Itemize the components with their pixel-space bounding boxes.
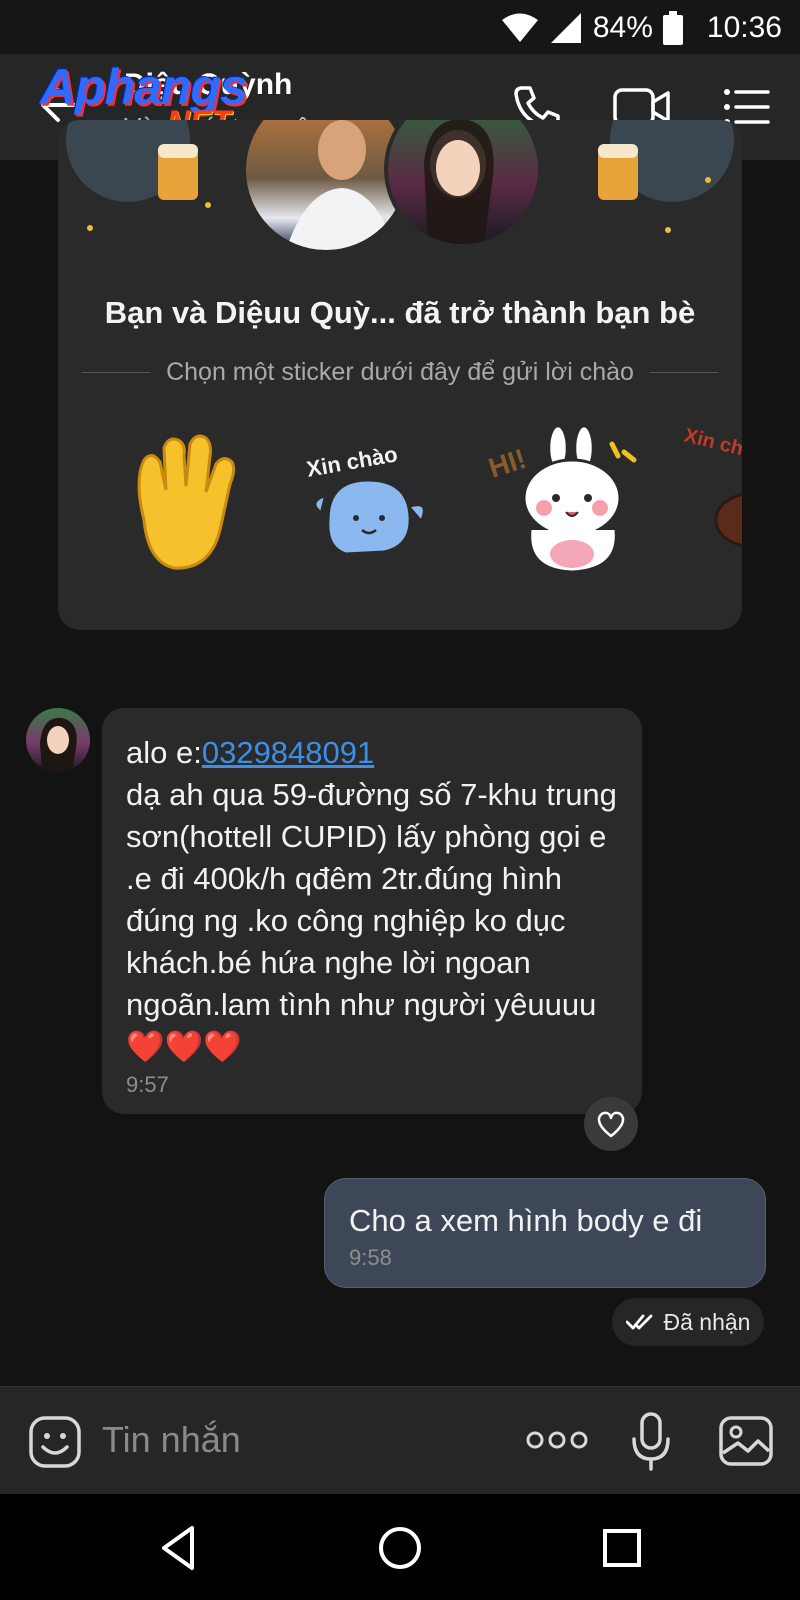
incoming-message-bubble[interactable]: alo e:0329848091 dạ ah qua 59-đường số 7… [102,708,642,1114]
divider-right [649,371,719,373]
delivery-status-text: Đã nhận [663,1308,751,1335]
system-nav-bar [0,1494,800,1600]
nav-recents-icon[interactable] [594,1520,650,1576]
phone-number-link[interactable]: 0329848091 [202,735,374,770]
delivery-status-badge: Đã nhận [612,1298,764,1346]
message-prefix: alo e: [126,735,202,770]
message-composer [0,1386,800,1494]
chat-screen: 84% 10:36 Diệu Quỳnh Vừa mới truy cập Ap… [0,0,800,1600]
sticker-label-partial: Xin chà [684,424,742,463]
nav-back-icon[interactable] [152,1520,208,1576]
xin-chao-partial-sticker[interactable]: Xin chà [684,420,742,580]
outgoing-message-text: Cho a xem hình body e đi [349,1203,703,1238]
photo-gallery-icon[interactable] [718,1415,774,1467]
nav-home-icon[interactable] [372,1520,428,1576]
cell-signal-icon [550,13,581,43]
battery-percent: 84% [592,11,653,44]
battery-icon [662,11,683,45]
message-input[interactable] [102,1415,482,1465]
heart-outline-icon [597,1111,625,1138]
status-indicators: 84% 10:36 [501,8,782,48]
message-timestamp: 9:58 [349,1245,392,1270]
wifi-icon [501,13,538,42]
waving-hand-sticker[interactable] [114,420,254,580]
friend-card-title: Bạn và Diệuu Quỳ... đã trở thành bạn bè [104,295,696,330]
heart-emojis: ❤️❤️❤️ [126,1029,242,1064]
microphone-icon[interactable] [630,1411,672,1473]
status-bar: 84% 10:36 [0,0,800,54]
emoji-sticker-icon[interactable] [28,1415,82,1469]
sender-avatar[interactable] [26,708,90,772]
new-friend-card: Bạn và Diệuu Quỳ... đã trở thành bạn bè … [58,120,742,630]
more-options-icon[interactable] [526,1425,588,1455]
xin-chao-sticker[interactable]: Xin chào [298,420,448,580]
divider-left [82,371,151,373]
friend-card-subtitle-row: Chọn một sticker dưới đây để gửi lời chà… [82,352,719,392]
message-body: dạ ah qua 59-đường số 7-khu trung sơn(ho… [126,777,617,1022]
hi-bunny-sticker[interactable]: HI! [485,420,646,580]
incoming-message-text: alo e:0329848091 dạ ah qua 59-đường số 7… [126,732,620,1068]
double-check-icon [625,1314,652,1330]
heart-react-button[interactable] [584,1097,638,1151]
friend-card-subtitle: Chọn một sticker dưới đây để gửi lời chà… [166,357,634,386]
sticker-label-xin-chao: Xin chào [305,441,400,482]
clock: 10:36 [706,11,782,44]
sticker-label-hi: HI! [486,443,530,484]
message-timestamp: 9:57 [126,1072,169,1097]
outgoing-message-bubble[interactable]: Cho a xem hình body e đi 9:58 [324,1178,766,1288]
